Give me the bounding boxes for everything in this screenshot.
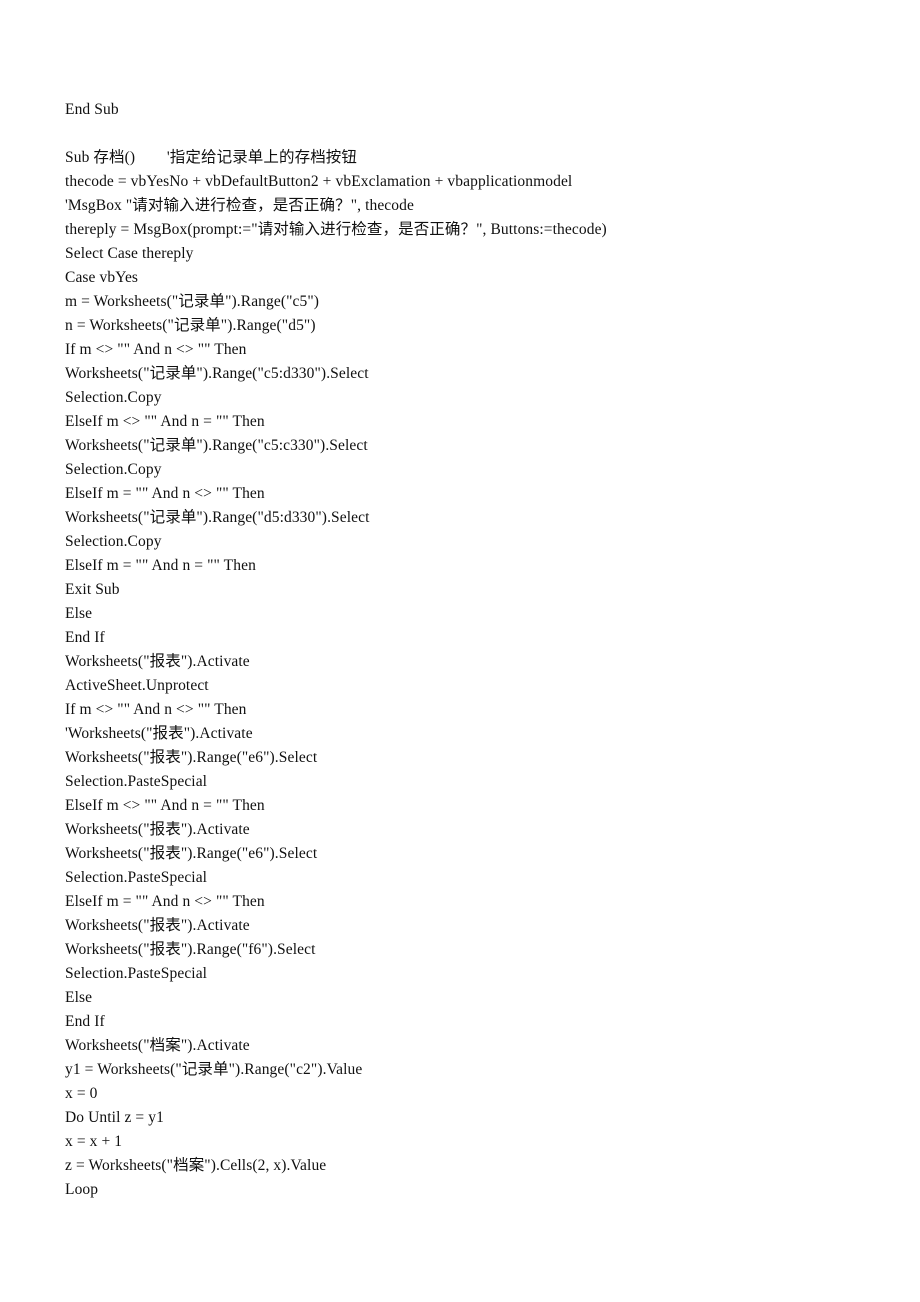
code-line: Worksheets("报表").Range("f6").Select bbox=[65, 941, 316, 958]
code-line: Case vbYes bbox=[65, 269, 139, 286]
code-line: n = Worksheets("记录单").Range("d5") bbox=[65, 317, 316, 334]
code-line: Do Until z = y1 bbox=[65, 1109, 164, 1126]
code-line: Worksheets("记录单").Range("d5:d330").Selec… bbox=[65, 509, 370, 526]
code-line: Exit Sub bbox=[65, 581, 120, 598]
code-line: End If bbox=[65, 629, 105, 646]
code-line: End Sub bbox=[65, 101, 119, 118]
code-line: ActiveSheet.Unprotect bbox=[65, 677, 209, 694]
code-line: Worksheets("报表").Activate bbox=[65, 917, 250, 934]
code-line: ElseIf m = "" And n = "" Then bbox=[65, 557, 256, 574]
document-page: End Sub Sub 存档() '指定给记录单上的存档按钮 thecode = v… bbox=[0, 0, 920, 1302]
code-line: Worksheets("档案").Activate bbox=[65, 1037, 250, 1054]
code-line: x = 0 bbox=[65, 1085, 98, 1102]
code-line: If m <> "" And n <> "" Then bbox=[65, 701, 247, 718]
code-line: Selection.Copy bbox=[65, 389, 162, 406]
code-line: Worksheets("报表").Range("e6").Select bbox=[65, 845, 318, 862]
code-listing-body: End Sub Sub 存档() '指定给记录单上的存档按钮 thecode = v… bbox=[65, 98, 855, 1202]
code-line: Worksheets("记录单").Range("c5:d330").Selec… bbox=[65, 365, 369, 382]
code-line: Selection.Copy bbox=[65, 533, 162, 550]
code-line: 'Worksheets("报表").Activate bbox=[65, 725, 253, 742]
code-line: Worksheets("报表").Activate bbox=[65, 653, 250, 670]
code-line: Selection.Copy bbox=[65, 461, 162, 478]
code-line: thereply = MsgBox(prompt:="请对输入进行检查，是否正确… bbox=[65, 221, 607, 238]
code-line: End If bbox=[65, 1013, 105, 1030]
code-line: Selection.PasteSpecial bbox=[65, 869, 208, 886]
code-line: z = Worksheets("档案").Cells(2, x).Value bbox=[65, 1157, 327, 1174]
code-line: Loop bbox=[65, 1181, 99, 1198]
code-line: Else bbox=[65, 605, 93, 622]
code-line: Worksheets("报表").Activate bbox=[65, 821, 250, 838]
code-line: ElseIf m = "" And n <> "" Then bbox=[65, 485, 265, 502]
code-line: Sub 存档() '指定给记录单上的存档按钮 bbox=[65, 149, 358, 166]
code-line: ElseIf m = "" And n <> "" Then bbox=[65, 893, 265, 910]
code-line: 'MsgBox "请对输入进行检查，是否正确？", thecode bbox=[65, 197, 414, 214]
code-line: x = x + 1 bbox=[65, 1133, 123, 1150]
code-line: m = Worksheets("记录单").Range("c5") bbox=[65, 293, 320, 310]
code-line: Select Case thereply bbox=[65, 245, 194, 262]
code-line: If m <> "" And n <> "" Then bbox=[65, 341, 247, 358]
code-line: Selection.PasteSpecial bbox=[65, 965, 208, 982]
code-line: ElseIf m <> "" And n = "" Then bbox=[65, 413, 265, 430]
code-line: Selection.PasteSpecial bbox=[65, 773, 208, 790]
code-line: Worksheets("报表").Range("e6").Select bbox=[65, 749, 318, 766]
code-line: Else bbox=[65, 989, 93, 1006]
code-line: Worksheets("记录单").Range("c5:c330").Selec… bbox=[65, 437, 368, 454]
code-line: thecode = vbYesNo + vbDefaultButton2 + v… bbox=[65, 173, 573, 190]
code-line: y1 = Worksheets("记录单").Range("c2").Value bbox=[65, 1061, 363, 1078]
code-line: ElseIf m <> "" And n = "" Then bbox=[65, 797, 265, 814]
